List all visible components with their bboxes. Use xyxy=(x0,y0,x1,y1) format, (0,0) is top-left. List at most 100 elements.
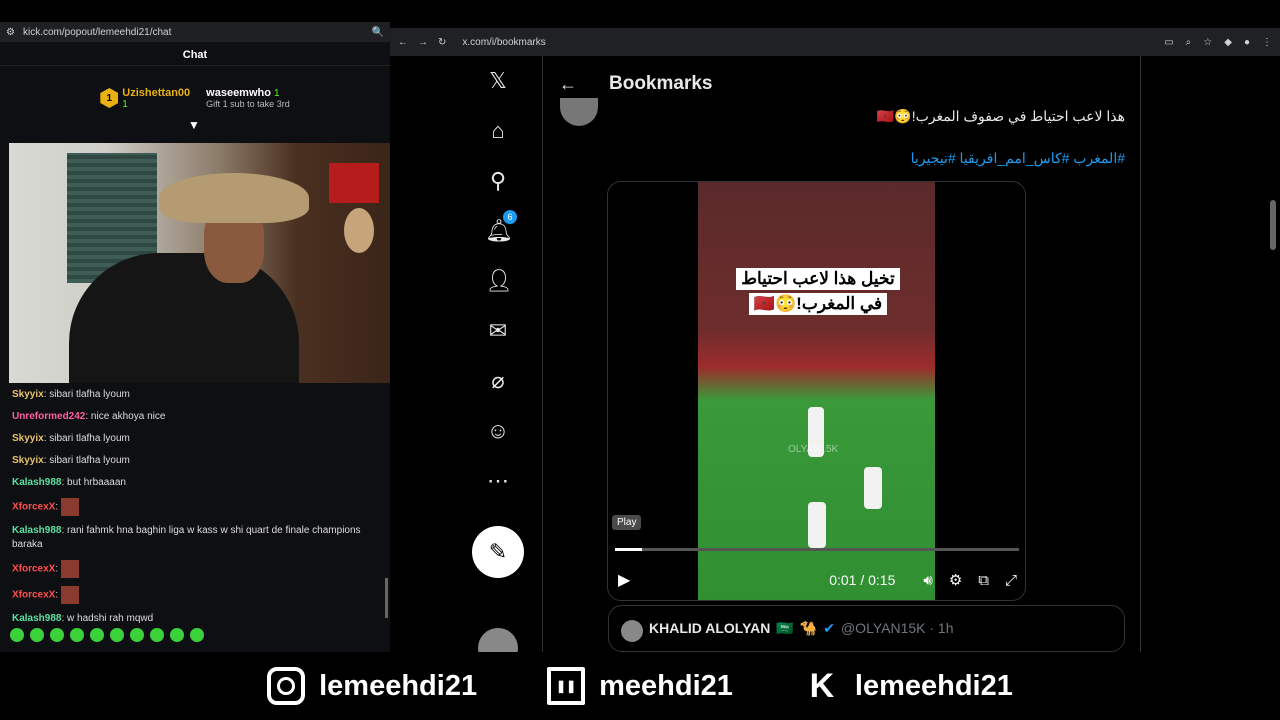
top-gifter-2[interactable]: waseemwho 1 Gift 1 sub to take 3rd xyxy=(206,78,290,118)
profile-icon[interactable]: ☺ xyxy=(485,418,511,444)
left-url[interactable]: kick.com/popout/lemeehdi21/chat xyxy=(23,27,372,38)
quoted-tweet[interactable]: KHALID ALOLYAN 🇸🇦 🐪 ✔ @OLYAN15K · 1h xyxy=(608,605,1125,652)
video-time: 0:01 / 0:15 xyxy=(829,572,896,588)
home-icon[interactable]: ⌂ xyxy=(485,118,511,144)
video-player[interactable]: تخيل هذا لاعب احتياط في المغرب!😳🇲🇦 OLYAN… xyxy=(607,181,1026,601)
player-figure xyxy=(808,502,826,548)
chat-text: sibari tlafha lyoum xyxy=(49,389,130,400)
emote-icon[interactable] xyxy=(70,628,84,642)
emote-icon[interactable] xyxy=(50,628,64,642)
forward-icon[interactable]: → xyxy=(418,37,428,48)
settings-gear-icon[interactable]: ⚙ xyxy=(949,571,962,589)
gift-count: 1 xyxy=(274,88,280,99)
top-gifter-1[interactable]: 1 Uzishettan00 1 xyxy=(100,78,190,118)
page-scrollbar[interactable] xyxy=(1270,200,1276,250)
chat-scrollbar[interactable] xyxy=(385,578,388,618)
streamer-hat xyxy=(159,173,309,223)
chat-username[interactable]: Skyyix xyxy=(12,389,44,400)
chat-messages: Skyyix: sibari tlafha lyoum Unreformed242… xyxy=(12,388,384,634)
chat-username[interactable]: XforcexX xyxy=(12,590,55,601)
collapse-icon[interactable]: ▼ xyxy=(188,118,200,132)
emote-icon[interactable] xyxy=(90,628,104,642)
chat-message: Skyyix: sibari tlafha lyoum xyxy=(12,432,384,446)
gift-hint: Gift 1 sub to take 3rd xyxy=(206,99,290,109)
chat-username[interactable]: Skyyix xyxy=(12,433,44,444)
kick-name: lemeehdi21 xyxy=(854,669,1013,702)
star-icon[interactable]: ☆ xyxy=(1203,37,1212,48)
instagram-icon xyxy=(267,667,306,705)
twitch-handle: ❚❚ meehdi21 xyxy=(547,667,733,705)
x-logo-icon[interactable]: 𝕏 xyxy=(485,68,511,94)
chat-text: sibari tlafha lyoum xyxy=(49,433,130,444)
chat-username[interactable]: XforcexX xyxy=(12,564,55,575)
flag-emoji-icon: 🇸🇦 xyxy=(776,620,794,636)
chat-username[interactable]: Unreformed242 xyxy=(12,411,85,422)
gifter-name: Uzishettan00 xyxy=(122,86,191,99)
emote-icon[interactable] xyxy=(130,628,144,642)
grok-icon[interactable]: ⌀ xyxy=(485,368,511,394)
twitch-icon: ❚❚ xyxy=(547,667,586,705)
webcam-feed xyxy=(9,143,392,383)
chat-username[interactable]: Skyyix xyxy=(12,455,44,466)
chat-username[interactable]: Kalash988 xyxy=(12,477,61,488)
browser-toolbar: ← → ↻ x.com/i/bookmarks ▭ ⌕ ☆ ◆ ● ⋮ xyxy=(390,28,1280,56)
kick-handle: K lemeehdi21 xyxy=(803,667,1013,705)
player-figure xyxy=(864,467,882,509)
video-progress[interactable] xyxy=(615,548,1019,551)
flag-decor xyxy=(329,163,379,203)
volume-icon[interactable]: 🔊︎ xyxy=(923,572,932,589)
menu-icon[interactable]: ⋮ xyxy=(1262,37,1272,48)
back-icon[interactable]: ← xyxy=(398,37,408,48)
video-controls: ▶ 0:01 / 0:15 🔊︎ ⚙ ⧉ ⤢ xyxy=(608,566,1025,594)
notification-badge: 6 xyxy=(503,210,517,224)
reload-icon[interactable]: ↻ xyxy=(438,37,446,48)
chat-message: XforcexX: xyxy=(12,560,384,578)
chat-message: Skyyix: sibari tlafha lyoum xyxy=(12,454,384,468)
chat-text: w hadshi rah mqwd xyxy=(67,613,154,624)
play-icon[interactable]: ▶ xyxy=(618,570,630,590)
emote-icon[interactable] xyxy=(110,628,124,642)
kick-icon: K xyxy=(809,666,835,705)
zoom-icon[interactable]: 🔍 xyxy=(372,27,384,38)
pip-icon[interactable]: ⧉ xyxy=(978,572,989,589)
chat-message: Kalash988: w hadshi rah mqwd xyxy=(12,612,384,626)
follow-icon[interactable]: 👤︎ xyxy=(485,268,513,294)
quote-author-name: KHALID ALOLYAN xyxy=(649,620,771,636)
left-titlebar: ⚙ kick.com/popout/lemeehdi21/chat 🔍 xyxy=(0,22,390,42)
chat-username[interactable]: Kalash988 xyxy=(12,613,61,624)
address-bar[interactable]: x.com/i/bookmarks xyxy=(462,37,1154,48)
chat-message: XforcexX: xyxy=(12,498,384,516)
emote-icon[interactable] xyxy=(150,628,164,642)
cast-icon[interactable]: ▭ xyxy=(1164,37,1173,48)
notifications-icon[interactable]: 🔔︎ 6 xyxy=(485,210,517,244)
caption-line-2: في المغرب!😳🇲🇦 xyxy=(748,293,888,315)
chat-text: nice akhoya nice xyxy=(90,411,166,422)
emote-icon[interactable] xyxy=(190,628,204,642)
chat-title: Chat xyxy=(0,44,390,66)
gifter-name: waseemwho xyxy=(206,87,271,99)
chat-emote-icon xyxy=(60,498,79,516)
extension-icon[interactable]: ◆ xyxy=(1224,37,1232,48)
zoom-icon[interactable]: ⌕ xyxy=(1186,37,1192,48)
extensions: ▭ ⌕ ☆ ◆ ● ⋮ xyxy=(1164,37,1272,48)
chat-message: XforcexX: xyxy=(12,586,384,604)
chat-username[interactable]: Kalash988 xyxy=(12,525,61,536)
messages-icon[interactable]: ✉ xyxy=(485,318,511,344)
chat-message: Unreformed242: nice akhoya nice xyxy=(12,410,384,424)
emote-icon[interactable] xyxy=(10,628,24,642)
more-icon[interactable]: ⋯ xyxy=(485,468,511,494)
chat-username[interactable]: XforcexX xyxy=(12,502,55,513)
chat-text: but hrbaaaan xyxy=(67,477,126,488)
tweet-hashtags[interactable]: #المغرب #كاس_امم_افريقيا #نيجيريا xyxy=(620,150,1125,167)
emote-bar xyxy=(10,628,204,642)
post-button[interactable]: ✎ xyxy=(472,526,524,578)
search-icon[interactable]: ⚲ xyxy=(485,168,511,194)
site-settings-icon[interactable]: ⚙ xyxy=(6,27,15,38)
back-arrow-icon[interactable]: ← xyxy=(559,74,577,95)
emote-icon[interactable] xyxy=(170,628,184,642)
streamer-body xyxy=(69,253,299,383)
profile-icon[interactable]: ● xyxy=(1244,37,1250,48)
emote-icon[interactable] xyxy=(30,628,44,642)
progress-fill xyxy=(615,548,643,551)
fullscreen-icon[interactable]: ⤢ xyxy=(1005,572,1017,589)
